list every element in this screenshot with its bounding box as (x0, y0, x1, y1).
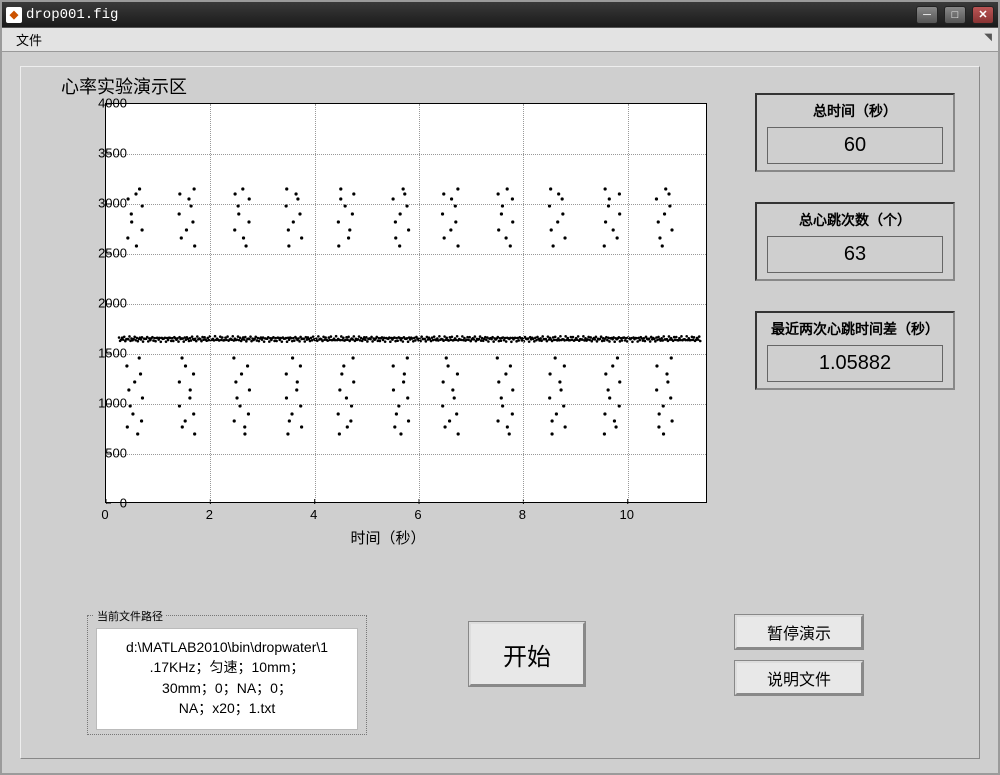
chart-xtick: 4 (310, 507, 317, 522)
readout-last-interval-label: 最近两次心跳时间差（秒） (767, 319, 943, 339)
filepath-panel-label: 当前文件路径 (94, 608, 166, 624)
start-button[interactable]: 开始 (469, 622, 585, 686)
readout-total-time-value: 60 (767, 127, 943, 164)
client-area: 心率实验演示区 时间（秒） 05001000150020002500300035… (2, 52, 998, 773)
filepath-line4: NA；x20；1.txt (179, 700, 275, 716)
chart-ytick: 3000 (82, 196, 127, 211)
chart-ytick: 500 (82, 446, 127, 461)
chart-xtick: 2 (206, 507, 213, 522)
filepath-line3: 30mm；0；NA；0； (162, 680, 292, 696)
pause-button[interactable]: 暂停演示 (735, 615, 863, 649)
close-button[interactable]: ✕ (972, 6, 994, 24)
chart-ytick: 2000 (82, 296, 127, 311)
chart-ytick: 2500 (82, 246, 127, 261)
chart-xtick: 8 (519, 507, 526, 522)
app-window: ◆ drop001.fig ─ □ ✕ 文件 ◥ 心率实验演示区 时间（秒） 0… (0, 0, 1000, 775)
chart-axes (105, 103, 707, 503)
menu-file[interactable]: 文件 (8, 27, 50, 52)
filepath-line2: .17KHz；匀速；10mm； (150, 659, 305, 675)
app-icon: ◆ (6, 7, 22, 23)
readout-group: 总时间（秒） 60 总心跳次数（个） 63 最近两次心跳时间差（秒） 1.058… (755, 93, 955, 390)
maximize-button[interactable]: □ (944, 6, 966, 24)
chart-ytick: 1500 (82, 346, 127, 361)
readout-last-interval-value: 1.05882 (767, 345, 943, 382)
readout-total-time: 总时间（秒） 60 (755, 93, 955, 172)
main-panel: 心率实验演示区 时间（秒） 05001000150020002500300035… (20, 66, 980, 759)
menubar-chevron-icon[interactable]: ◥ (984, 32, 992, 43)
help-button[interactable]: 说明文件 (735, 661, 863, 695)
readout-last-interval: 最近两次心跳时间差（秒） 1.05882 (755, 311, 955, 390)
chart-ytick: 1000 (82, 396, 127, 411)
filepath-text: d:\MATLAB2010\bin\dropwater\1 .17KHz；匀速；… (96, 628, 358, 730)
readout-total-beats-label: 总心跳次数（个） (767, 210, 943, 230)
chart-xtick: 0 (101, 507, 108, 522)
titlebar: ◆ drop001.fig ─ □ ✕ (2, 2, 998, 28)
chart-xtick: 6 (414, 507, 421, 522)
menubar: 文件 ◥ (2, 28, 998, 52)
filepath-panel: 当前文件路径 d:\MATLAB2010\bin\dropwater\1 .17… (87, 615, 367, 735)
readout-total-beats: 总心跳次数（个） 63 (755, 202, 955, 281)
chart-xtick: 10 (620, 507, 634, 522)
readout-total-beats-value: 63 (767, 236, 943, 273)
chart-xlabel: 时间（秒） (350, 527, 425, 548)
chart-ytick: 3500 (82, 146, 127, 161)
window-title: drop001.fig (26, 7, 118, 23)
filepath-line1: d:\MATLAB2010\bin\dropwater\1 (126, 639, 328, 655)
chart-frame: 心率实验演示区 时间（秒） 05001000150020002500300035… (43, 79, 733, 564)
readout-total-time-label: 总时间（秒） (767, 101, 943, 121)
minimize-button[interactable]: ─ (916, 6, 938, 24)
chart-ytick: 4000 (82, 96, 127, 111)
